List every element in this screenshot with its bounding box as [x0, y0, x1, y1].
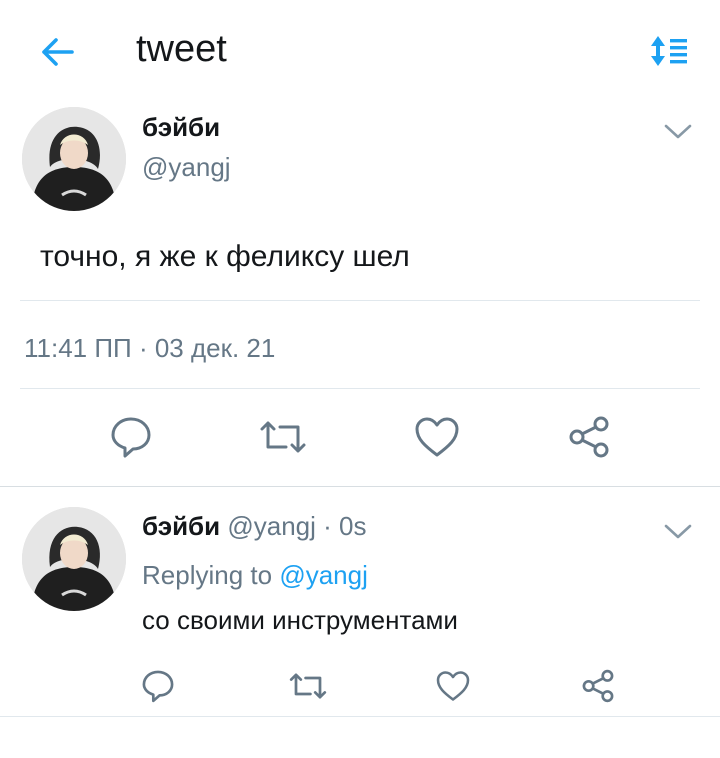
- divider: [20, 388, 700, 389]
- like-icon[interactable]: [413, 415, 461, 459]
- sort-list-icon[interactable]: [646, 34, 690, 68]
- avatar[interactable]: [22, 107, 126, 211]
- reply-author-line: бэйби @yangj · 0s: [142, 511, 367, 542]
- separator-dot: ·: [323, 511, 332, 541]
- tweet-text: со своими инструментами: [142, 605, 458, 635]
- page-title: tweet: [136, 28, 227, 70]
- divider: [20, 300, 700, 301]
- tweet-timestamp: 11:41 ПП · 03 дек. 21: [24, 333, 276, 363]
- tweet-age: 0s: [339, 511, 367, 541]
- author-name[interactable]: бэйби: [142, 112, 220, 143]
- section-divider: [0, 486, 720, 487]
- back-arrow-icon[interactable]: [36, 34, 76, 70]
- divider: [0, 716, 720, 717]
- like-icon[interactable]: [435, 668, 471, 704]
- retweet-icon[interactable]: [288, 668, 328, 704]
- reply-icon[interactable]: [108, 415, 154, 459]
- author-handle[interactable]: @yangj: [142, 152, 231, 183]
- retweet-icon[interactable]: [258, 415, 308, 459]
- chevron-down-icon[interactable]: [663, 522, 693, 542]
- share-icon[interactable]: [566, 415, 612, 459]
- top-bar: tweet: [0, 0, 720, 100]
- reply-icon[interactable]: [140, 668, 176, 704]
- author-handle[interactable]: @yangj: [227, 511, 316, 541]
- chevron-down-icon[interactable]: [663, 122, 693, 142]
- author-name[interactable]: бэйби: [142, 511, 220, 541]
- tweet-text: точно, я же к феликсу шел: [40, 240, 410, 273]
- avatar[interactable]: [22, 507, 126, 611]
- replying-prefix: Replying to: [142, 560, 273, 590]
- replying-to-line: Replying to @yangj: [142, 560, 368, 591]
- replying-to-link[interactable]: @yangj: [279, 560, 368, 590]
- share-icon[interactable]: [580, 668, 616, 704]
